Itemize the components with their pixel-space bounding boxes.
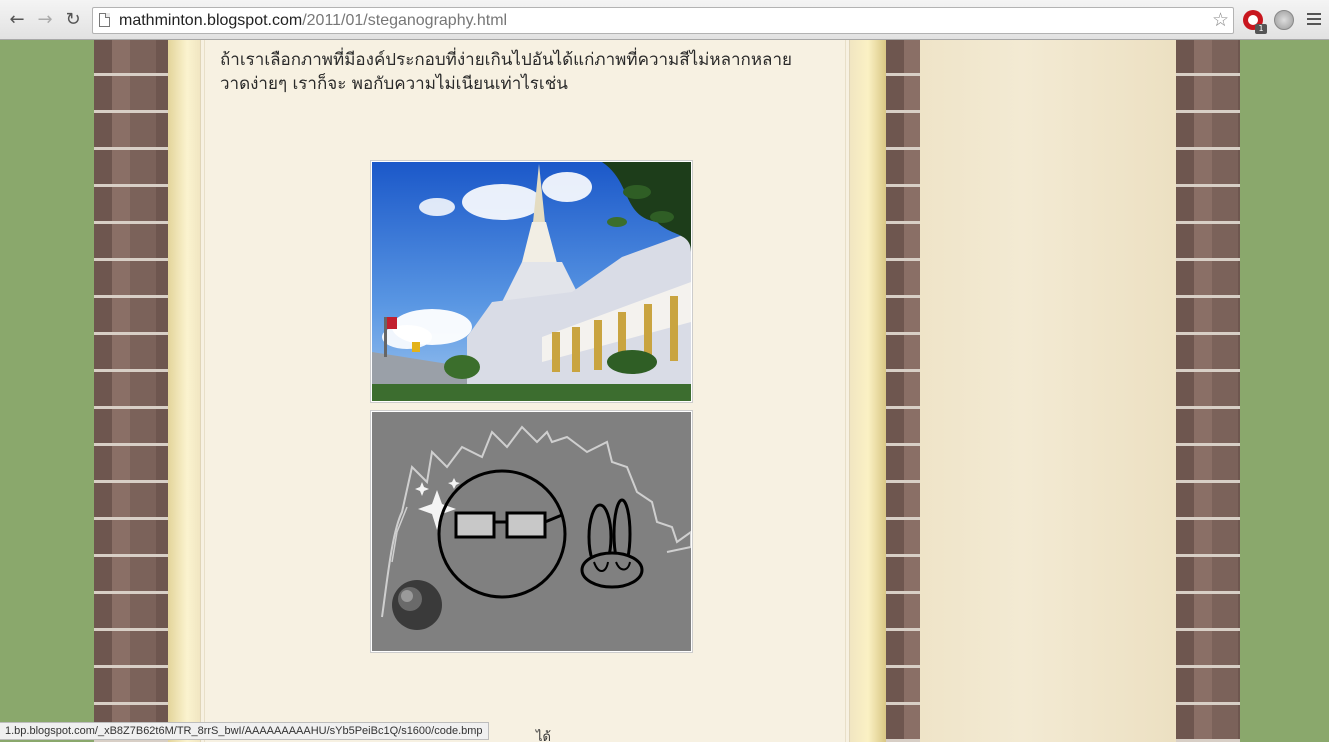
post-text: ถ้าเราเลือกภาพที่มีองค์ประกอบที่ง่ายเกิน… xyxy=(220,48,840,96)
scroll-edge-left xyxy=(168,40,200,742)
scroll-edge-right xyxy=(850,40,886,742)
url-text[interactable]: mathminton.blogspot.com/2011/01/steganog… xyxy=(119,12,507,30)
browser-toolbar: ← → ↻ mathminton.blogspot.com/2011/01/st… xyxy=(0,0,1329,40)
adblock-badge: 1 xyxy=(1255,24,1267,34)
brick-wall-right-inner xyxy=(886,40,920,742)
post-line-1: ถ้าเราเลือกภาพที่มีองค์ประกอบที่ง่ายเกิน… xyxy=(220,50,792,70)
film-extension-icon[interactable] xyxy=(1274,10,1294,30)
address-bar[interactable]: mathminton.blogspot.com/2011/01/steganog… xyxy=(92,7,1234,34)
hamburger-menu-icon[interactable] xyxy=(1307,13,1321,27)
code-bitmap-link[interactable] xyxy=(370,410,693,653)
reload-icon[interactable]: ↻ xyxy=(62,9,84,31)
post-line-2: วาดง่ายๆ เราก็จะ พอกับความไม่เนียนเท่าไร… xyxy=(220,74,568,94)
post-text-cut-off: ได้ xyxy=(536,730,551,742)
post-inner: ถ้าเราเลือกภาพที่มีองค์ประกอบที่ง่ายเกิน… xyxy=(204,40,846,742)
back-arrow-icon[interactable]: ← xyxy=(6,9,28,31)
post-body: ถ้าเราเลือกภาพที่มีองค์ประกอบที่ง่ายเกิน… xyxy=(200,40,850,742)
temple-photo-link[interactable] xyxy=(370,160,693,403)
status-bar-link: 1.bp.blogspot.com/_xB8Z7B62t6M/TR_8rrS_b… xyxy=(0,722,489,740)
forward-arrow-icon[interactable]: → xyxy=(34,9,56,31)
page-icon xyxy=(99,13,110,27)
temple-photo xyxy=(372,162,691,401)
star-icon[interactable]: ☆ xyxy=(1212,9,1229,31)
brick-wall-left xyxy=(94,40,168,742)
url-path: /2011/01/steganography.html xyxy=(302,12,508,29)
url-host: mathminton.blogspot.com xyxy=(119,12,303,29)
sidebar-parchment xyxy=(920,40,1176,742)
brick-wall-right-outer xyxy=(1176,40,1240,742)
code-bitmap-image xyxy=(372,412,691,651)
